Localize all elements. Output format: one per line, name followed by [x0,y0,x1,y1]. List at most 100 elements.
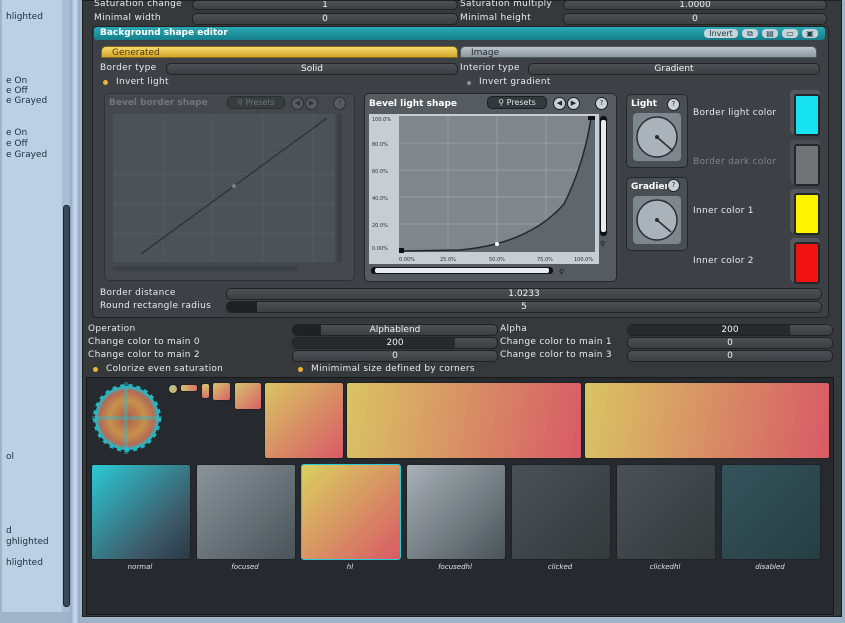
ccm0-slider[interactable]: 200 [292,337,498,349]
state-label: focused [231,563,259,571]
ccm0-label: Change color to main 0 [88,337,200,347]
minimal-height-field[interactable]: 0 [563,13,827,25]
state-label: hl [346,563,354,571]
ccm1-label: Change color to main 1 [500,337,612,347]
round-radius-slider[interactable]: 5 [226,301,822,313]
help-icon[interactable]: ? [667,98,680,111]
list-item[interactable]: ol [6,452,14,462]
list-item[interactable]: e Grayed [6,96,47,106]
border-dark-color-swatch[interactable] [794,144,820,186]
preview-tiny-1 [168,384,178,394]
border-type-select[interactable]: Solid [166,63,458,75]
state-preview-focused[interactable] [196,464,296,560]
panel-divider[interactable] [70,0,80,623]
list-item[interactable]: e On [6,76,27,86]
gradient-dial-panel: Gradient ? [626,177,688,251]
state-preview-normal[interactable] [91,464,191,560]
border-type-label: Border type [100,63,157,73]
left-scrollbar[interactable] [62,0,70,612]
paste-icon[interactable]: ▤ [762,29,778,38]
tab-generated[interactable]: Generated [101,46,458,58]
x-tick-label: 75.0% [537,257,553,263]
bevel-light-shape-panel: Bevel light shape ⚲ Presets ◀ ▶ ? 100.0%… [364,93,617,282]
saturation-multiply-field[interactable]: 1.0000 [563,0,827,10]
preview-large [264,382,344,459]
ccm2-slider[interactable]: 0 [292,350,498,362]
preview-medium [234,382,262,410]
inner-color-1-swatch[interactable] [794,193,820,235]
bevel-border-title: Bevel border shape [109,98,208,108]
state-preview-clicked[interactable] [511,464,611,560]
invert-light-label: Invert light [116,77,169,87]
y-tick-label: 20.0% [372,223,388,229]
help-icon[interactable]: ? [667,179,680,192]
ccm1-slider[interactable]: 0 [627,337,833,349]
operation-label: Operation [88,324,136,334]
next-icon[interactable]: ▶ [567,97,580,110]
bevel-light-presets-button[interactable]: ⚲ Presets [487,96,547,109]
list-item[interactable]: hlighted [6,12,43,22]
interior-type-select[interactable]: Gradient [528,63,820,75]
preview-small [212,382,231,401]
tab-image[interactable]: Image [460,46,817,58]
open-folder-icon[interactable]: ▭ [782,29,798,38]
light-angle-dial[interactable] [633,113,681,161]
bevel-light-curve-graph[interactable]: 100.0% 80.0% 60.0% 40.0% 20.0% 0.00% 0.0… [369,114,614,279]
state-label: focusedhl [438,563,472,571]
y-tick-label: 80.0% [372,142,388,148]
saturation-multiply-label: Saturation multiply [460,0,553,9]
next-icon[interactable]: ▶ [305,97,318,110]
ccm3-slider[interactable]: 0 [627,350,833,362]
list-item[interactable]: ghlighted [6,537,49,547]
copy-icon[interactable]: ⧉ [742,29,758,38]
state-preview-disabled[interactable] [721,464,821,560]
operation-select[interactable]: Alphablend [292,324,498,336]
invert-light-checkbox[interactable] [103,80,108,85]
bevel-border-presets-button[interactable]: ⚲ Presets [227,96,285,109]
alpha-label: Alpha [500,324,528,334]
inner-color-2-swatch[interactable] [794,242,820,284]
interior-type-label: Interior type [460,63,520,73]
border-light-color-label: Border light color [693,108,777,118]
preview-wide [346,382,582,459]
state-label: disabled [755,563,785,571]
alpha-slider[interactable]: 200 [627,324,833,336]
state-preview-clickedhl[interactable] [616,464,716,560]
x-tick-label: 100.0% [574,257,593,263]
invert-gradient-checkbox[interactable] [467,81,471,85]
list-item[interactable]: e Off [6,86,28,96]
bevel-border-curve-graph[interactable] [113,114,343,272]
inner-color-2-label: Inner color 2 [693,256,754,266]
list-item[interactable]: e On [6,128,27,138]
pixel-zoom-preview [92,382,162,454]
gradient-angle-dial[interactable] [633,196,681,244]
save-icon[interactable]: ▣ [802,29,818,38]
border-distance-slider[interactable]: 1.0233 [226,288,822,300]
saturation-change-field[interactable]: 1 [192,0,458,10]
prev-icon[interactable]: ◀ [291,97,304,110]
preview-extra-wide [584,382,830,459]
border-dark-color-label: Border dark color [693,157,777,167]
state-preview-focusedhl[interactable] [406,464,506,560]
x-tick-label: 50.0% [489,257,505,263]
x-tick-label: 25.0% [440,257,456,263]
minsize-checkbox[interactable] [298,367,303,372]
saturation-change-label: Saturation change [94,0,182,9]
help-icon[interactable]: ? [333,97,346,110]
prev-icon[interactable]: ◀ [553,97,566,110]
scrollbar-thumb[interactable] [63,205,70,607]
invert-button[interactable]: Invert [704,29,738,38]
ccm3-label: Change color to main 3 [500,350,612,360]
list-item[interactable]: d [6,526,12,536]
list-item[interactable]: e Off [6,139,28,149]
round-radius-label: Round rectangle radius [100,301,212,311]
state-preview-hl[interactable] [301,464,401,560]
border-light-color-swatch[interactable] [794,94,820,136]
inner-color-1-label: Inner color 1 [693,206,754,216]
y-tick-label: 60.0% [372,169,388,175]
minimal-width-field[interactable]: 0 [192,13,458,25]
list-item[interactable]: e Grayed [6,150,47,160]
help-icon[interactable]: ? [595,97,608,110]
list-item[interactable]: hlighted [6,558,43,568]
colorize-checkbox[interactable] [93,367,98,372]
